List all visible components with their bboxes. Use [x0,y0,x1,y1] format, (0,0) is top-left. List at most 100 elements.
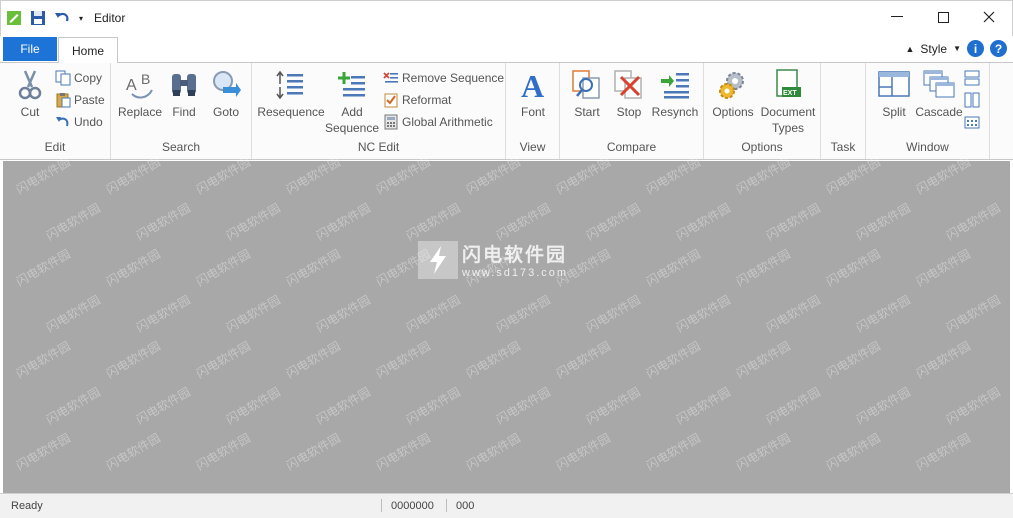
reformat-icon [383,92,399,108]
paste-label: Paste [74,93,105,107]
tile-horizontal-button[interactable] [964,69,980,87]
ribbon-right-controls: ▲ Style ▼ i ? [905,40,1007,57]
document-types-label-line1: Document [760,105,816,119]
collapse-ribbon-icon[interactable]: ▲ [905,44,914,54]
title-bar: ▾ Editor [0,0,1013,36]
watermark-tile: 闪电软件园 [283,338,343,381]
svg-text:A: A [521,69,544,101]
resequence-button[interactable]: Resequence [257,68,325,120]
undo-icon[interactable] [53,9,71,27]
split-label: Split [882,105,906,119]
paste-button[interactable]: Paste [55,91,105,109]
stop-compare-button[interactable]: Stop [611,68,647,120]
watermark-tile: 闪电软件园 [823,338,883,381]
watermark-tile: 闪电软件园 [553,338,613,381]
tab-file[interactable]: File [3,37,57,61]
watermark-tile: 闪电软件园 [733,246,793,289]
close-button[interactable] [966,1,1012,33]
style-menu[interactable]: Style [920,42,947,56]
watermark-tile: 闪电软件园 [853,384,913,427]
find-button[interactable]: Find [167,68,201,120]
tile-horizontal-icon [964,70,980,86]
split-window-icon [877,68,911,102]
global-arithmetic-label: Global Arithmetic [402,115,493,129]
editor-workspace[interactable]: 闪电软件园 www.sd173.com 闪电软件园 闪电软件园 闪电软件园 闪电软件园… [3,155,1010,493]
cascade-button[interactable]: Cascade [915,68,963,120]
add-sequence-label-line2: Sequence [324,121,380,135]
cut-button[interactable]: Cut [10,68,50,120]
start-compare-icon [570,68,604,102]
style-dropdown-icon[interactable]: ▼ [953,44,961,53]
font-button[interactable]: A Font [514,68,552,120]
watermark-tile: 闪电软件园 [223,292,283,335]
watermark-tile: 闪电软件园 [133,200,193,243]
status-position: 0000000 [391,500,434,512]
watermark-tile: 闪电软件园 [13,338,73,381]
replace-button[interactable]: AB Replace [117,68,163,120]
watermark-tile: 闪电软件园 [223,200,283,243]
split-button[interactable]: Split [874,68,914,120]
info-button[interactable]: i [967,40,984,57]
customize-qat-chevron-icon[interactable]: ▾ [77,9,85,27]
font-icon: A [516,68,550,102]
copy-button[interactable]: Copy [55,69,102,87]
undo-button[interactable]: Undo [55,113,103,131]
watermark-tile: 闪电软件园 [553,430,613,473]
resequence-label: Resequence [257,105,325,119]
remove-sequence-button[interactable]: Remove Sequence [383,69,504,87]
watermark-tile: 闪电软件园 [103,430,163,473]
svg-text:A: A [126,77,137,94]
app-icon[interactable] [5,9,23,27]
cascade-window-icon [922,68,956,102]
watermark-tile: 闪电软件园 [403,200,463,243]
binoculars-icon [167,68,201,102]
watermark-tile: 闪电软件园 [943,200,1003,243]
document-types-label-line2: Types [771,121,804,135]
help-button[interactable]: ? [990,40,1007,57]
resynch-button[interactable]: Resynch [650,68,700,120]
global-arithmetic-button[interactable]: Global Arithmetic [383,113,493,131]
clipboard-icon [55,92,71,108]
copy-icon [55,70,71,86]
search-group: AB Replace Find Goto Search [111,63,252,159]
watermark-tile: 闪电软件园 [493,292,553,335]
watermark-tile: 闪电软件园 [583,384,643,427]
add-sequence-label-line1: Add [341,105,363,119]
watermark-tile: 闪电软件园 [763,292,823,335]
add-sequence-button[interactable]: Add Sequence [324,68,380,136]
maximize-button[interactable] [920,1,966,33]
watermark-tile: 闪电软件园 [313,200,373,243]
goto-button[interactable]: Goto [207,68,245,120]
start-compare-button[interactable]: Start [569,68,605,120]
nc-edit-group: Resequence Add Sequence Remove Sequence … [252,63,506,159]
watermark-tile: 闪电软件园 [673,292,733,335]
copy-label: Copy [74,71,103,85]
watermark-tile: 闪电软件园 [373,430,433,473]
goto-icon [209,68,243,102]
watermark-tile: 闪电软件园 [463,338,523,381]
watermark-tile: 闪电软件园 [493,384,553,427]
minimize-button[interactable] [874,1,920,33]
scissors-icon [13,68,47,102]
tab-home[interactable]: Home [58,37,118,63]
watermark-tile: 闪电软件园 [823,246,883,289]
resynch-icon [658,68,692,102]
arrange-icons-button[interactable] [964,113,980,131]
tile-vertical-button[interactable] [964,91,980,109]
save-icon[interactable] [29,9,47,27]
reformat-button[interactable]: Reformat [383,91,451,109]
status-ready: Ready [11,500,43,512]
view-group: A Font View [506,63,560,159]
watermark-tile: 闪电软件园 [43,292,103,335]
ribbon-tab-row: File Home ▲ Style ▼ i ? [0,36,1013,63]
remove-sequence-icon [383,70,399,86]
options-button[interactable]: Options [710,68,756,120]
ext-badge-text: EXT [783,90,797,97]
edit-group: Cut Copy Paste Undo Edit [0,63,111,159]
window-controls [874,1,1012,33]
add-sequence-icon [335,68,369,102]
search-group-label: Search [161,140,201,154]
document-types-button[interactable]: Document Types [758,68,818,136]
goto-label: Goto [212,105,239,119]
gears-icon [716,68,750,102]
